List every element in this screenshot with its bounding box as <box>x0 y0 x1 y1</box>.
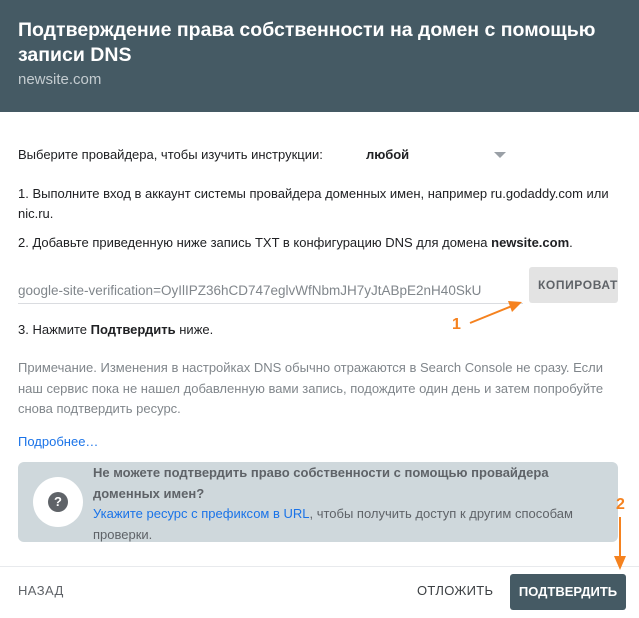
info-icon-circle: ? <box>33 477 83 527</box>
copy-button[interactable]: КОПИРОВАТЬ <box>529 267 618 303</box>
url-prefix-link[interactable]: Укажите ресурс с префиксом в URL <box>93 506 310 521</box>
footer-divider <box>0 566 639 567</box>
info-box: ? Не можете подтвердить право собственно… <box>18 462 618 542</box>
info-question: Не можете подтвердить право собственност… <box>93 465 549 501</box>
annotation-2: 2 <box>616 496 625 513</box>
help-icon: ? <box>48 492 68 512</box>
later-button[interactable]: ОТЛОЖИТЬ <box>417 583 493 598</box>
dropdown-arrow-icon <box>494 152 506 158</box>
provider-selected-value: любой <box>366 147 410 162</box>
confirm-button[interactable]: ПОДТВЕРДИТЬ <box>510 574 626 610</box>
arrow-2-head <box>614 556 626 570</box>
step-3-end: ниже. <box>175 322 214 337</box>
step-2-domain: newsite.com <box>491 235 570 250</box>
txt-record-field[interactable]: google-site-verification=OyIlIPZ36hCD747… <box>18 283 523 303</box>
domain-subtitle: newsite.com <box>18 71 102 88</box>
step-2-text: 2. Добавьте приведенную ниже запись TXT … <box>18 235 492 250</box>
provider-label: Выберите провайдера, чтобы изучить инстр… <box>18 147 323 162</box>
step-2-end: . <box>569 235 573 250</box>
dns-note: Примечание. Изменения в настройках DNS о… <box>18 360 604 416</box>
annotation-1: 1 <box>452 316 461 333</box>
back-button[interactable]: НАЗАД <box>18 583 64 598</box>
step-2: 2. Добавьте приведенную ниже запись TXT … <box>18 233 623 253</box>
step-3-bold: Подтвердить <box>90 322 176 337</box>
step-3-text: 3. Нажмите <box>18 322 91 337</box>
info-text: Не можете подтвердить право собственност… <box>93 463 608 545</box>
provider-select[interactable]: любой <box>366 144 506 164</box>
txt-record-underline <box>18 303 523 304</box>
step-3: 3. Нажмите Подтвердить ниже. <box>18 320 623 340</box>
step-1: 1. Выполните вход в аккаунт системы пров… <box>18 186 609 221</box>
learn-more-link[interactable]: Подробнее… <box>18 434 98 449</box>
provider-row: Выберите провайдера, чтобы изучить инстр… <box>18 144 508 164</box>
dialog-header: Подтверждение права собственности на дом… <box>0 0 639 112</box>
dialog-title: Подтверждение права собственности на дом… <box>18 19 596 66</box>
